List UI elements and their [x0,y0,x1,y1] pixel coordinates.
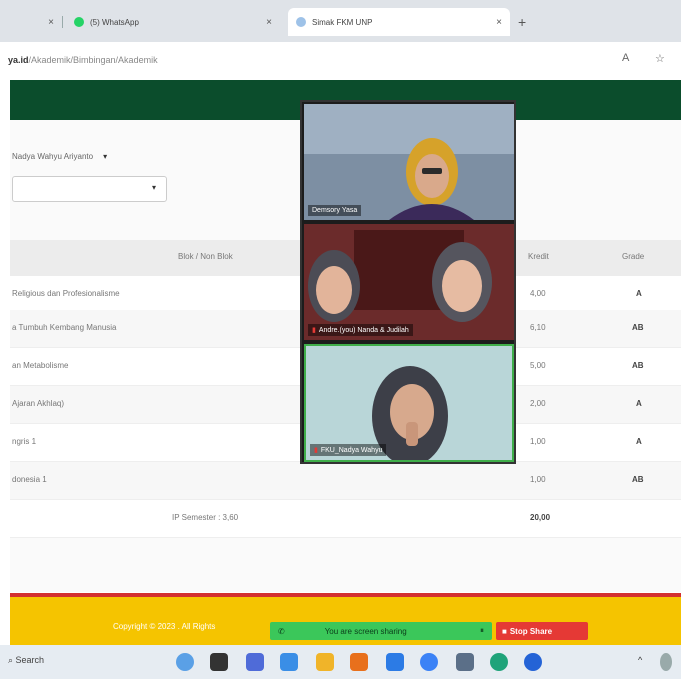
grade-value: AB [632,323,644,332]
student-select[interactable]: Nadya Wahyu Ariyanto ▾ [12,146,172,166]
participant-video [304,224,514,340]
header-grade: Grade [622,252,645,261]
close-icon[interactable]: × [48,17,54,28]
header-kredit: Kredit [528,252,549,261]
skype-icon[interactable] [386,653,404,671]
stop-icon: ■ [502,626,507,636]
url-text: ya.id/Akademik/Bimbingan/Akademik [8,55,158,65]
office-icon[interactable] [350,653,368,671]
screen-share-bar[interactable]: ✆ You are screen sharing ⏸ [270,622,492,640]
semester-select[interactable]: ▾ [12,176,167,202]
participant-name: Demsory Yasa [308,205,362,216]
participant-name-text: FKU_Nadya Wahyu [320,447,383,454]
header-blok: Blok / Non Blok [178,252,233,261]
browser-tab-0[interactable]: × [0,8,62,36]
kredit-value: 1,00 [530,437,546,446]
participant-video [306,346,512,460]
kredit-value: 2,00 [530,399,546,408]
stop-share-label: Stop Share [509,626,553,636]
kredit-value: 6,10 [530,323,546,332]
search-icon: ⌕ [8,655,16,665]
search-label: Search [15,655,45,665]
mic-muted-icon: ▮ [312,327,316,334]
tab-label: (5) WhatsApp [90,17,139,27]
video-tile-host[interactable]: Demsory Yasa [304,104,514,220]
zoom-icon[interactable] [280,653,298,671]
close-icon[interactable]: × [496,17,502,28]
close-icon[interactable]: × [266,17,272,28]
summary-row: IP Semester : 3,60 20,00 [10,500,681,538]
url-path: /Akademik/Bimbingan/Akademik [28,55,158,65]
course-name: a Tumbuh Kembang Manusia [12,323,117,332]
file-explorer-icon[interactable] [316,653,334,671]
browser-tabstrip: × (5) WhatsApp × Simak FKM UNP × + [0,0,681,42]
browser-icon[interactable] [524,653,542,671]
course-name: donesia 1 [12,475,47,484]
video-tile-self[interactable]: ▮ FKU_Nadya Wahyu [304,344,514,462]
total-kredit: 20,00 [530,513,551,522]
network-icon[interactable] [660,653,672,671]
ip-semester: IP Semester : 3,60 [172,513,239,522]
browser-tab-whatsapp[interactable]: (5) WhatsApp × [66,8,280,36]
screen-share-message: You are screen sharing [324,626,407,636]
chrome-icon[interactable] [420,653,438,671]
copyright-text: Copyright © 2023 . All Rights [113,622,216,631]
participant-name-text: Andre.(you) Nanda & Judilah [318,327,409,334]
site-icon [296,17,306,27]
kredit-value: 1,00 [530,475,546,484]
participant-name: ▮ FKU_Nadya Wahyu [310,444,387,456]
taskbar-search[interactable]: ⌕ Search [8,655,44,666]
tab-separator [62,16,63,28]
chevron-down-icon: ▾ [151,183,156,192]
grade-value: A [636,289,642,298]
tray-expand-icon[interactable]: ^ [638,655,642,665]
favorite-star-icon[interactable]: ☆ [655,52,665,65]
student-select-value: Nadya Wahyu Ariyanto [12,151,94,161]
task-view-icon[interactable] [210,653,228,671]
tab-label: Simak FKM UNP [312,17,373,27]
mic-muted-icon: ▮ [314,447,318,454]
kredit-value: 4,00 [530,289,546,298]
pause-icon[interactable]: ⏸ [480,626,484,636]
taskbar [0,645,681,679]
phone-icon: ✆ [278,626,285,636]
table-row: donesia 1 1,00 AB [10,462,681,500]
new-tab-icon[interactable]: + [518,14,526,30]
edge-icon[interactable] [490,653,508,671]
video-call-panel[interactable]: Demsory Yasa ▮ Andre.(you) Nanda & Judila… [300,100,516,464]
read-aloud-icon[interactable]: A [622,52,629,64]
browser-tab-simak[interactable]: Simak FKM UNP × [288,8,510,36]
whatsapp-icon [74,17,84,27]
course-name: ngris 1 [12,437,37,446]
url-domain: ya.id [8,55,29,65]
address-bar[interactable]: ya.id/Akademik/Bimbingan/Akademik [0,42,681,78]
teams-icon[interactable] [246,653,264,671]
chevron-down-icon: ▾ [103,151,108,161]
video-tile-group[interactable]: ▮ Andre.(you) Nanda & Judilah [304,224,514,340]
course-name: Religious dan Profesionalisme [12,289,120,298]
course-name: an Metabolisme [12,361,69,370]
grade-value: A [636,437,642,446]
course-name: Ajaran Akhlaq) [12,399,65,408]
stop-share-button[interactable]: ■ Stop Share [496,622,588,640]
participant-video [304,104,514,220]
participant-name: ▮ Andre.(you) Nanda & Judilah [308,324,413,336]
store-icon[interactable] [456,653,474,671]
widgets-icon[interactable] [176,653,194,671]
grade-value: AB [632,361,644,370]
grade-value: AB [632,475,644,484]
kredit-value: 5,00 [530,361,546,370]
grade-value: A [636,399,642,408]
